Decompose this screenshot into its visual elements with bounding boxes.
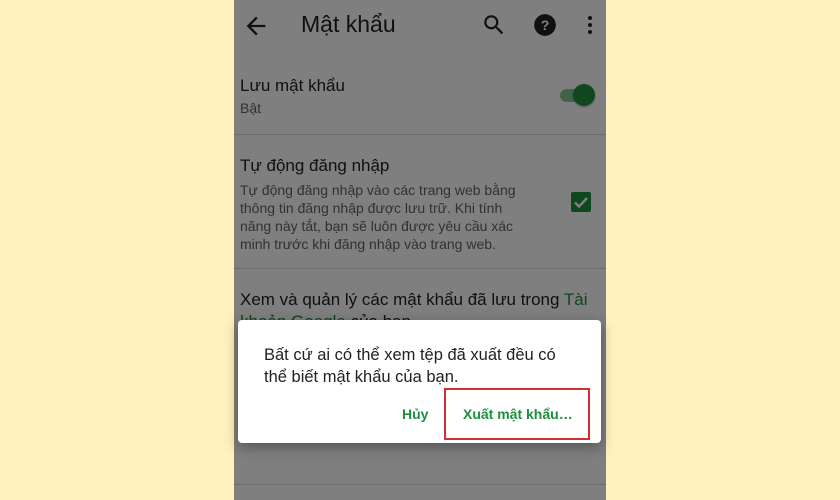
dialog-message-line-1: Bất cứ ai có thể xem tệp đã xuất đều có	[264, 346, 556, 364]
export-passwords-button[interactable]: Xuất mật khẩu…	[444, 388, 590, 440]
dialog-message-line-2: thể biết mật khẩu của bạn.	[264, 368, 459, 386]
cancel-button[interactable]: Hủy	[402, 406, 428, 422]
dialog-message: Bất cứ ai có thể xem tệp đã xuất đều có …	[264, 344, 584, 388]
export-passwords-label: Xuất mật khẩu…	[463, 406, 573, 422]
export-passwords-dialog: Bất cứ ai có thể xem tệp đã xuất đều có …	[238, 320, 601, 443]
